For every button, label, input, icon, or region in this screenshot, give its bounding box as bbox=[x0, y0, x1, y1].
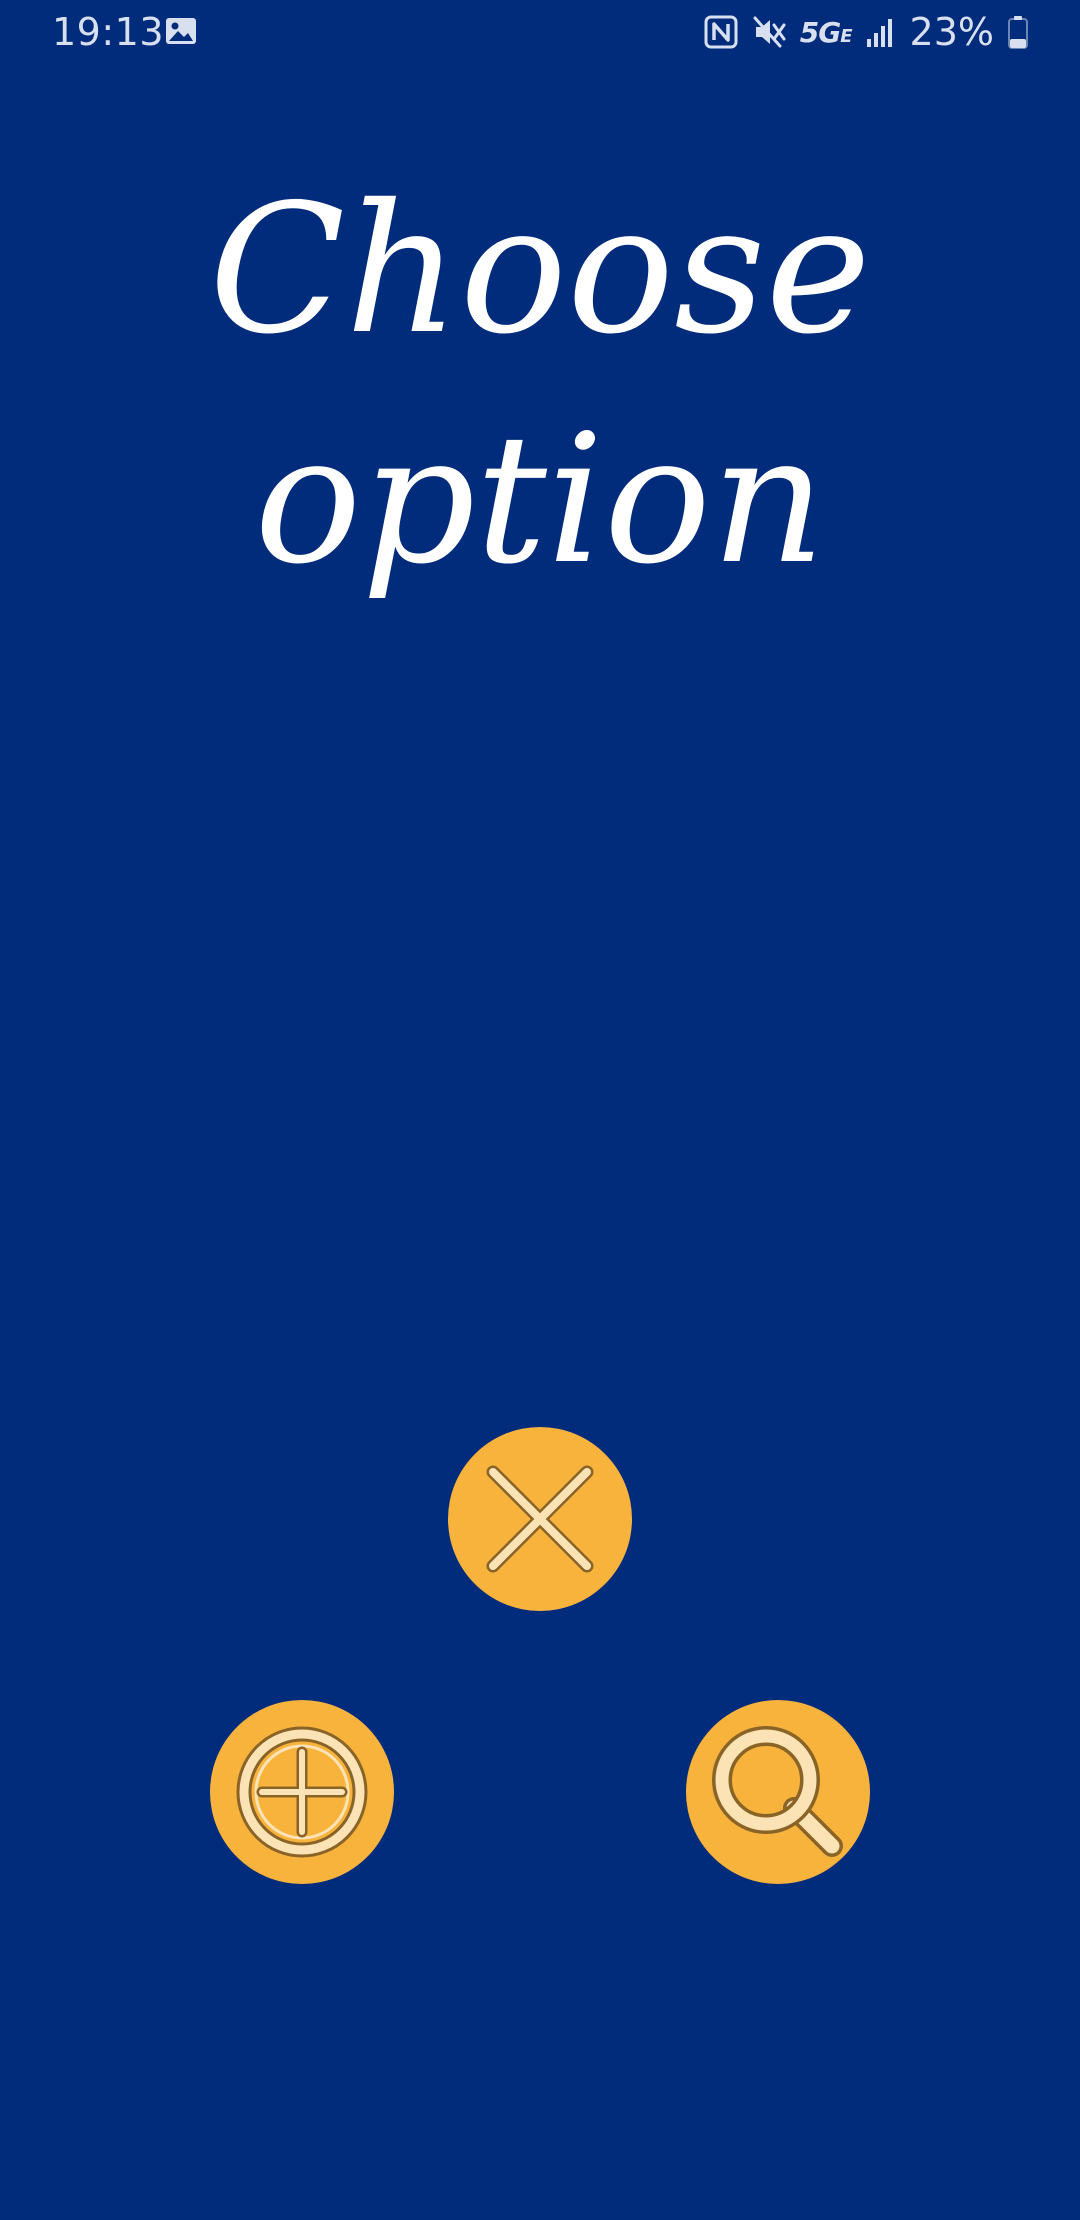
status-time: 19:13 bbox=[52, 10, 165, 54]
mute-icon bbox=[752, 15, 786, 49]
battery-icon bbox=[1008, 15, 1028, 49]
search-button[interactable] bbox=[686, 1700, 870, 1884]
status-icons: 5GE 23% bbox=[704, 10, 1028, 54]
network-suffix: E bbox=[840, 25, 852, 47]
page-title: Choose option bbox=[209, 166, 871, 603]
add-circle-icon bbox=[232, 1722, 372, 1862]
network-label: 5G bbox=[799, 15, 841, 49]
search-icon bbox=[708, 1722, 848, 1862]
network-type: 5GE bbox=[799, 15, 853, 49]
status-bar: 19:13 5GE 23% bbox=[0, 0, 1080, 64]
battery-percent: 23% bbox=[909, 10, 994, 54]
nfc-icon bbox=[704, 15, 738, 49]
gallery-icon bbox=[165, 17, 197, 45]
close-button[interactable] bbox=[448, 1427, 632, 1611]
close-icon bbox=[475, 1454, 605, 1584]
add-button[interactable] bbox=[210, 1700, 394, 1884]
signal-icon bbox=[866, 15, 896, 49]
